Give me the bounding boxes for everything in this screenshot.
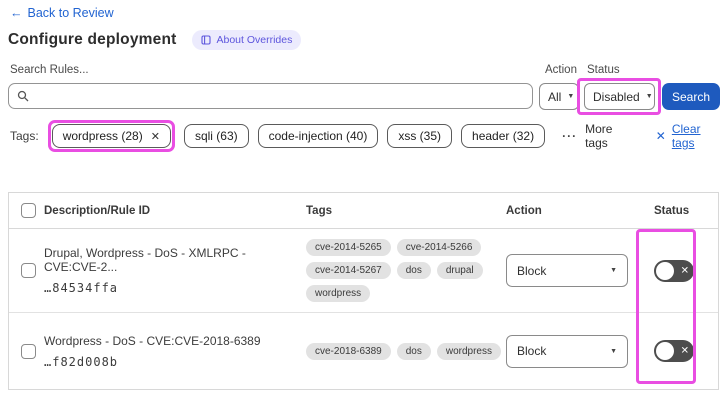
- select-all-checkbox[interactable]: [21, 203, 36, 218]
- toggle-off-icon: ✕: [680, 345, 689, 357]
- rule-tag-pill: dos: [396, 262, 431, 279]
- table-row: Wordpress - DoS - CVE:CVE-2018-6389 …f82…: [9, 313, 718, 389]
- tag-chip-sqli[interactable]: sqli (63): [183, 124, 249, 148]
- action-filter-value: All: [548, 89, 562, 104]
- rule-tag-pill: cve-2014-5266: [396, 239, 482, 256]
- tag-chip-label: header (32): [472, 129, 535, 143]
- status-filter-dropdown[interactable]: Disabled ▼: [584, 83, 655, 110]
- chevron-down-icon: ▼: [645, 93, 653, 100]
- chevron-down-icon: ▼: [567, 93, 575, 100]
- rule-tags: cve-2018-6389 dos wordpress: [306, 342, 504, 360]
- tags-filter-bar: Tags: wordpress (28) ✕ sqli (63) code-in…: [10, 120, 725, 152]
- rule-tag-pill: cve-2014-5265: [306, 239, 391, 256]
- action-select[interactable]: Block ▼: [506, 254, 628, 287]
- rule-tag-pill: wordpress: [436, 342, 501, 360]
- configure-deployment-page: ← Back to Review Configure deployment Ab…: [0, 0, 725, 406]
- rule-tag-pill: dos: [396, 342, 431, 360]
- toggle-off-icon: ✕: [680, 264, 689, 276]
- close-icon: ✕: [655, 129, 666, 143]
- rule-tag-pill: cve-2018-6389: [306, 342, 391, 360]
- more-tags-button[interactable]: ··· More tags: [562, 122, 637, 150]
- rule-description: Drupal, Wordpress - DoS - XMLRPC - CVE:C…: [44, 246, 246, 274]
- column-header-tags: Tags: [306, 204, 332, 217]
- tags-bar-label: Tags:: [10, 129, 39, 143]
- search-button[interactable]: Search: [662, 83, 720, 110]
- rule-tags: cve-2014-5265 cve-2014-5266 cve-2014-526…: [306, 239, 504, 302]
- column-header-status: Status: [654, 204, 690, 217]
- rule-tag-pill: wordpress: [306, 285, 371, 302]
- tag-chip-wordpress[interactable]: wordpress (28) ✕: [51, 124, 171, 148]
- status-toggle-off[interactable]: ✕: [654, 340, 694, 362]
- ellipsis-icon: ···: [562, 129, 578, 143]
- back-link-label: Back to Review: [27, 6, 114, 20]
- status-filter-value: Disabled: [593, 89, 640, 104]
- toggle-knob: [656, 342, 674, 360]
- rule-id: …84534ffa: [44, 281, 119, 295]
- selected-tag-highlight: wordpress (28) ✕: [47, 120, 175, 152]
- back-arrow-icon: ←: [10, 6, 23, 20]
- toggle-knob: [656, 261, 674, 280]
- back-to-review-link[interactable]: ← Back to Review: [10, 6, 114, 20]
- tag-chip-label: xss (35): [398, 129, 442, 143]
- status-toggle-off[interactable]: ✕: [654, 259, 694, 282]
- title-row: Configure deployment About Overrides: [8, 30, 302, 50]
- action-filter-label: Action: [545, 64, 577, 76]
- tag-chip-header[interactable]: header (32): [461, 124, 546, 148]
- tag-chip-code-injection[interactable]: code-injection (40): [257, 124, 379, 148]
- book-icon: [201, 35, 212, 45]
- rule-tag-pill: cve-2014-5267: [306, 262, 391, 279]
- row-checkbox[interactable]: [21, 263, 36, 278]
- search-rules-input[interactable]: [35, 89, 524, 103]
- action-select[interactable]: Block ▼: [506, 334, 628, 368]
- table-header-row: Description/Rule ID Tags Action Status: [9, 193, 718, 229]
- rules-table: Description/Rule ID Tags Action Status D…: [8, 192, 719, 390]
- column-header-action: Action: [506, 204, 542, 217]
- tag-chip-xss[interactable]: xss (35): [387, 124, 453, 148]
- tag-chip-label: wordpress (28): [62, 129, 143, 143]
- search-rules-label: Search Rules...: [10, 64, 89, 76]
- more-tags-label: More tags: [585, 122, 613, 150]
- tag-chip-label: sqli (63): [194, 129, 238, 143]
- clear-tags-link[interactable]: ✕ Clear tags: [656, 122, 725, 150]
- search-rules-box: [8, 83, 533, 109]
- action-filter-dropdown[interactable]: All ▼: [539, 83, 579, 110]
- page-title: Configure deployment: [8, 31, 177, 48]
- rule-tag-pill: drupal: [436, 262, 483, 279]
- table-row: Drupal, Wordpress - DoS - XMLRPC - CVE:C…: [9, 229, 718, 313]
- chevron-down-icon: ▼: [610, 347, 617, 355]
- tag-chip-label: code-injection (40): [268, 129, 368, 143]
- rule-id: …f82d008b: [44, 354, 119, 369]
- remove-tag-icon[interactable]: ✕: [151, 130, 160, 143]
- status-filter-label: Status: [587, 64, 620, 76]
- action-select-value: Block: [517, 344, 547, 358]
- about-overrides-label: About Overrides: [216, 34, 293, 46]
- about-overrides-badge[interactable]: About Overrides: [192, 30, 302, 50]
- action-select-value: Block: [517, 263, 547, 278]
- row-checkbox[interactable]: [21, 343, 36, 359]
- rule-description: Wordpress - DoS - CVE:CVE-2018-6389: [44, 333, 261, 348]
- search-icon: [17, 90, 29, 102]
- chevron-down-icon: ▼: [610, 267, 617, 274]
- column-header-description: Description/Rule ID: [44, 204, 151, 217]
- clear-tags-label: Clear tags: [671, 122, 701, 150]
